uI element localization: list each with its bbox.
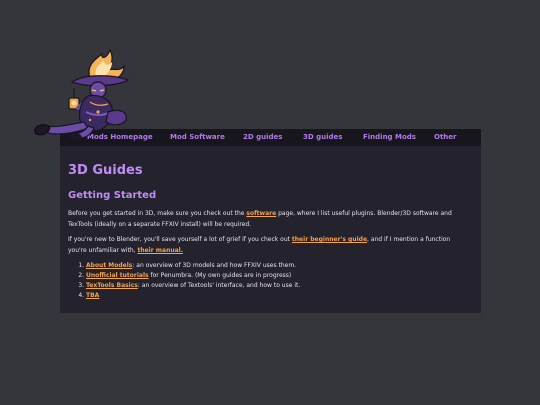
software-link[interactable]: software	[246, 210, 276, 217]
nav-item-2d-guides[interactable]: 2D guides	[243, 129, 282, 146]
intro-paragraph: Before you get started in 3D, make sure …	[68, 208, 468, 230]
character-mascot-illustration	[34, 48, 130, 141]
about-models-link[interactable]: About Models	[86, 262, 132, 269]
list-item: About Models: an overview of 3D models a…	[86, 261, 466, 271]
list-item-text: : an overview of Textools' interface, an…	[137, 282, 301, 289]
blender-text-before: If you're new to Blender, you'll save yo…	[68, 236, 292, 243]
list-item: TBA	[86, 291, 466, 301]
section-title-getting-started: Getting Started	[68, 190, 157, 201]
unofficial-tutorials-link[interactable]: Unofficial tutorials	[86, 272, 149, 279]
nav-item-3d-guides[interactable]: 3D guides	[303, 129, 342, 146]
nav-item-finding-mods[interactable]: Finding Mods	[363, 129, 416, 146]
list-item-text: : an overview of 3D models and how FFXIV…	[132, 262, 297, 269]
content-panel: 3D Guides Getting Started Before you get…	[60, 146, 481, 313]
tba-link[interactable]: TBA	[86, 292, 99, 299]
page-title: 3D Guides	[68, 163, 143, 178]
intro-text-before: Before you get started in 3D, make sure …	[68, 210, 247, 217]
guide-list: About Models: an overview of 3D models a…	[78, 261, 466, 301]
textools-basics-link[interactable]: TexTools Basics	[86, 282, 138, 289]
blender-paragraph: If you're new to Blender, you'll save yo…	[68, 234, 468, 256]
nav-item-mod-software[interactable]: Mod Software	[170, 129, 225, 146]
cloak-tail	[105, 109, 127, 126]
list-item: TexTools Basics: an overview of Textools…	[86, 281, 466, 291]
list-item-text: for Penumbra. (My own guides are in prog…	[148, 272, 292, 279]
list-item: Unofficial tutorials for Penumbra. (My o…	[86, 271, 466, 281]
beginners-guide-link[interactable]: their beginner's guide	[292, 236, 367, 243]
boot-left	[34, 124, 51, 136]
blender-manual-link[interactable]: their manual.	[137, 247, 183, 254]
nav-item-other[interactable]: Other	[434, 129, 456, 146]
